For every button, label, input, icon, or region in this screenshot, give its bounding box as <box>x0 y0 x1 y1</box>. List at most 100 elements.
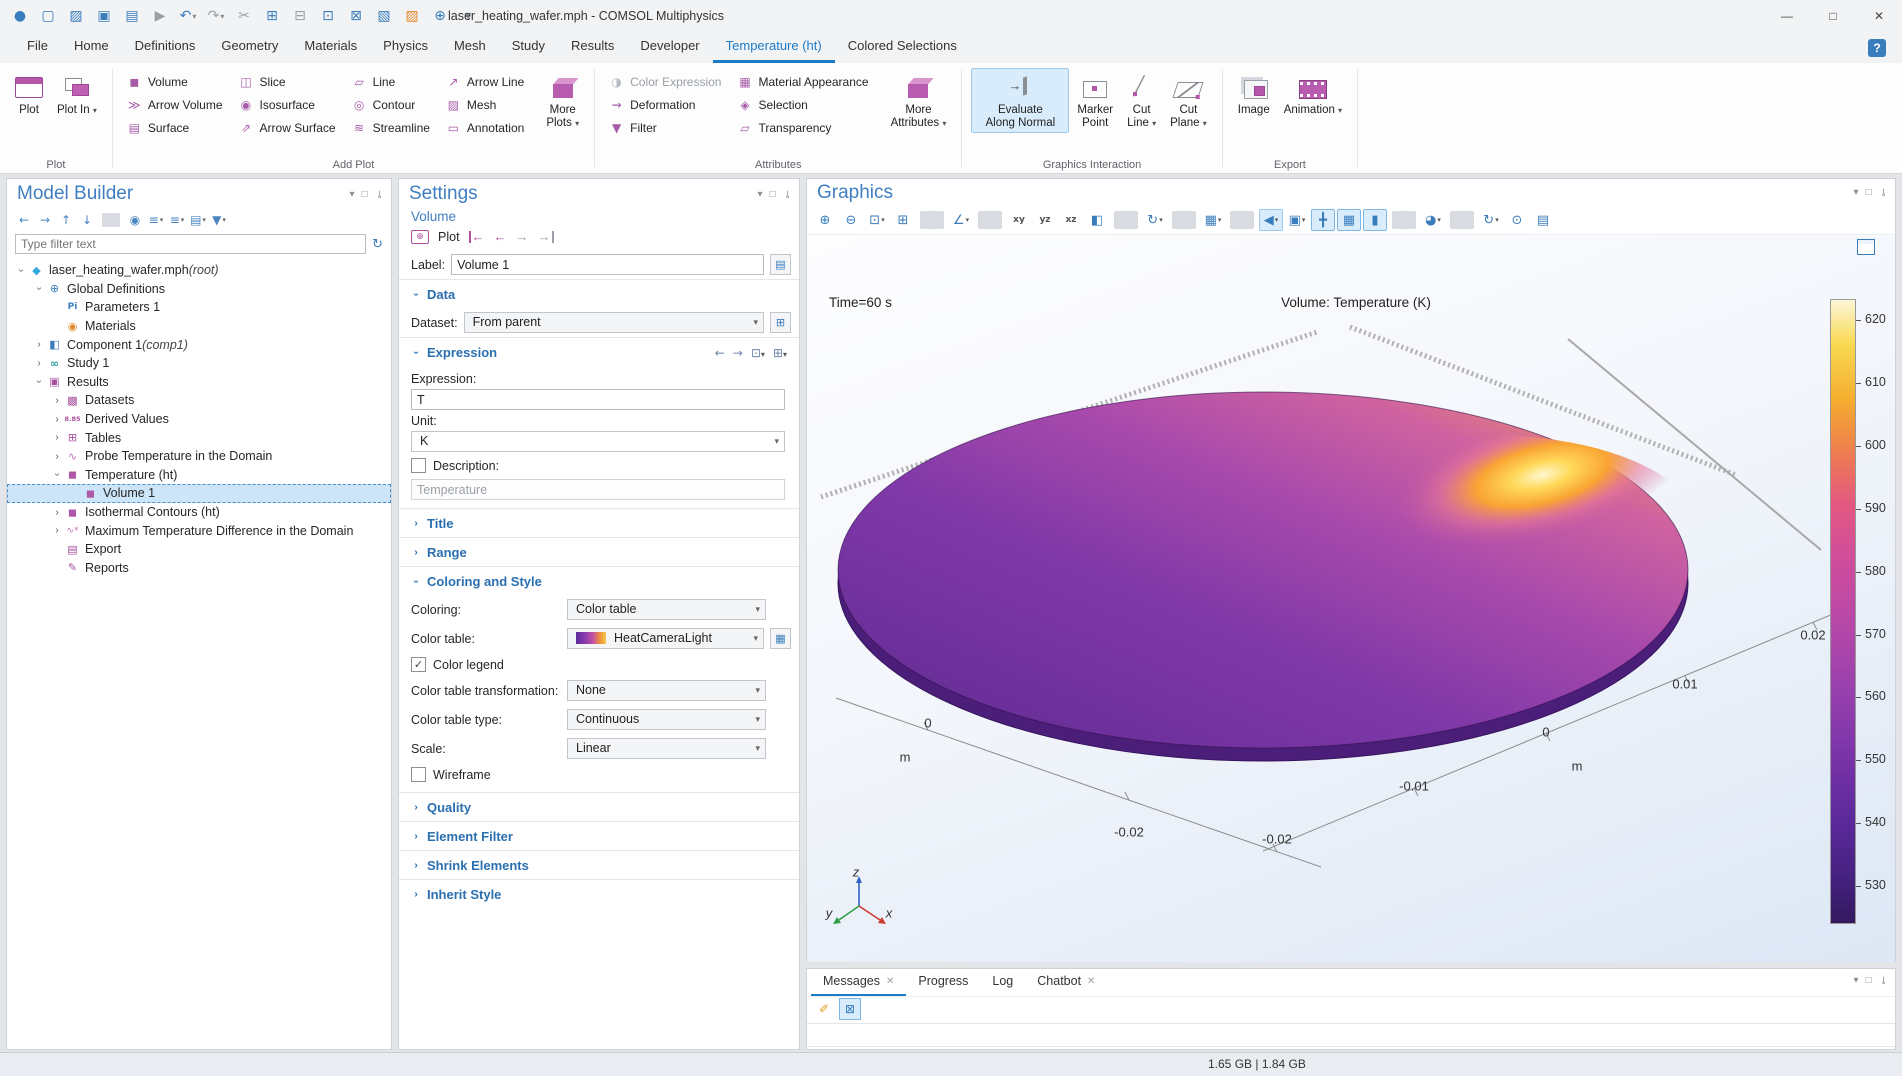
ribbon-tab[interactable]: Home <box>61 32 122 63</box>
panel-pin-icon[interactable]: ⊸ <box>373 190 384 198</box>
toolbar-icon[interactable]: ↓▾ <box>78 211 96 229</box>
ribbon-small-button[interactable]: ⇗Arrow Surface <box>233 116 346 139</box>
tree-expand-icon[interactable]: › <box>50 395 64 406</box>
qat-button[interactable]: ⊡▾ <box>316 4 340 28</box>
ribbon-tab[interactable]: Physics <box>370 32 441 63</box>
help-icon[interactable]: ? <box>1868 39 1886 57</box>
ribbon-small-button[interactable]: ≋Streamline <box>346 116 440 139</box>
toolbar-icon[interactable]: ◉▾ <box>126 211 144 229</box>
tree-expand-icon[interactable]: › <box>34 375 45 389</box>
tree-item[interactable]: › ∿ Probe Temperature in the Domain <box>7 447 391 466</box>
panel-float-icon[interactable]: □ <box>770 189 776 200</box>
tree-expand-icon[interactable]: › <box>50 414 64 425</box>
tree-expand-icon[interactable]: › <box>50 507 64 518</box>
tree-item[interactable]: › ⊞ Tables <box>7 428 391 447</box>
tree-expand-icon[interactable]: › <box>50 432 64 443</box>
ribbon-big-button[interactable]: Image ▾ <box>1232 68 1276 120</box>
qat-button[interactable]: ▨▾ <box>64 4 88 28</box>
expression-input[interactable] <box>411 389 785 410</box>
qat-button[interactable]: ↷▾ <box>204 4 228 28</box>
go-to-source-icon[interactable]: ⊞ <box>770 312 791 333</box>
tree-expand-icon[interactable]: › <box>50 525 64 536</box>
tree-expand-icon[interactable]: › <box>32 339 46 350</box>
ribbon-tab[interactable]: Results <box>558 32 627 63</box>
tree-item[interactable]: › ◼ Temperature (ht) <box>7 466 391 485</box>
ribbon-small-button[interactable]: ▤Surface <box>121 116 233 139</box>
ribbon-small-button[interactable]: ↗Arrow Line <box>440 70 534 93</box>
window-control-button[interactable]: ✕ <box>1856 0 1902 31</box>
tree-item[interactable]: › ◉ Materials <box>7 317 391 336</box>
color-table-dropdown[interactable]: HeatCameraLight <box>567 628 764 649</box>
close-icon[interactable]: ✕ <box>886 976 894 987</box>
dataset-dropdown[interactable]: From parent <box>464 312 764 333</box>
graphics-toolbar-icon[interactable]: ▾ <box>978 211 1002 229</box>
log-tab[interactable]: Messages✕ <box>811 969 906 996</box>
panel-menu-icon[interactable]: ▾ <box>350 189 355 200</box>
graphics-toolbar-icon[interactable]: xy▾ <box>1007 209 1031 231</box>
settings-plot-button[interactable]: Plot <box>438 230 460 244</box>
tree-item[interactable]: › 8.85 Derived Values <box>7 410 391 429</box>
ribbon-big-button[interactable]: Cut Line ▾ <box>1121 68 1162 133</box>
ribbon-tab[interactable]: Materials <box>291 32 370 63</box>
qat-button[interactable]: ▢▾ <box>36 4 60 28</box>
ribbon-tab[interactable]: Mesh <box>441 32 499 63</box>
ribbon-tab[interactable]: Colored Selections <box>835 32 970 63</box>
panel-menu-icon[interactable]: ▾ <box>1854 975 1859 986</box>
coloring-dropdown[interactable]: Color table <box>567 599 766 620</box>
toolbar-icon[interactable]: ≡▾ <box>147 211 165 229</box>
section-header-quality[interactable]: › Quality <box>399 792 799 821</box>
log-tab[interactable]: Chatbot✕ <box>1025 969 1107 996</box>
tree-item[interactable]: › ◆ laser_heating_wafer.mph (root) <box>7 261 391 280</box>
graphics-toolbar-icon[interactable]: yz▾ <box>1033 209 1057 231</box>
ribbon-small-button[interactable]: ◈Selection <box>731 93 878 116</box>
window-control-button[interactable]: □ <box>1810 0 1856 31</box>
ribbon-big-button[interactable]: Plot In ▾ <box>51 68 103 120</box>
ribbon-tab[interactable]: File <box>14 32 61 63</box>
ribbon-big-button[interactable]: Cut Plane ▾ <box>1164 68 1213 133</box>
graphics-toolbar-icon[interactable]: ▦▾ <box>1201 209 1225 231</box>
next-expression-icon[interactable]: → <box>733 346 743 360</box>
qat-button[interactable]: ⊟▾ <box>288 4 312 28</box>
toolbar-icon[interactable]: ▼▾ <box>210 211 228 229</box>
qat-button[interactable]: ▶▾ <box>148 4 172 28</box>
unit-dropdown[interactable]: K <box>411 431 785 452</box>
color-table-type-dropdown[interactable]: Continuous <box>567 709 766 730</box>
section-header-expression[interactable]: › Expression ← → ⊡▾ ⊞▾ <box>399 337 799 366</box>
last-plot-icon[interactable]: → <box>538 231 554 243</box>
qat-button[interactable]: ⊞▾ <box>260 4 284 28</box>
insert-expression-icon[interactable]: ⊡▾ <box>751 346 765 360</box>
graphics-toolbar-icon[interactable]: ↻▾ <box>1479 209 1503 231</box>
graphics-toolbar-icon[interactable]: ▮▾ <box>1363 209 1387 231</box>
ribbon-small-button[interactable]: ◼Volume <box>121 70 233 93</box>
panel-menu-icon[interactable]: ▾ <box>1854 187 1859 198</box>
ribbon-small-button[interactable]: ◫Slice <box>233 70 346 93</box>
toolbar-icon[interactable]: ↑▾ <box>57 211 75 229</box>
add-expression-icon[interactable]: ⊞▾ <box>773 346 787 360</box>
graphics-toolbar-icon[interactable]: ⊞▾ <box>891 209 915 231</box>
graphics-toolbar-icon[interactable]: ▾ <box>1114 211 1138 229</box>
graphics-toolbar-icon[interactable]: ↻▾ <box>1143 209 1167 231</box>
panel-float-icon[interactable]: □ <box>362 189 368 200</box>
qat-button[interactable]: ✂▾ <box>232 4 256 28</box>
section-header-coloring-and-style[interactable]: › Coloring and Style <box>399 566 799 595</box>
graphics-toolbar-icon[interactable]: ⊕▾ <box>813 209 837 231</box>
tree-item[interactable]: › ▤ Export <box>7 540 391 559</box>
qat-button[interactable]: ▧▾ <box>372 4 396 28</box>
toolbar-icon[interactable]: ←▾ <box>15 211 33 229</box>
panel-pin-icon[interactable]: ⊸ <box>1877 188 1888 196</box>
panel-pin-icon[interactable]: ⊸ <box>781 190 792 198</box>
graphics-toolbar-icon[interactable]: ▾ <box>1450 211 1474 229</box>
ribbon-small-button[interactable]: ◎Contour <box>346 93 440 116</box>
plot-window-icon[interactable] <box>1857 239 1875 255</box>
more-plots-button[interactable]: More Plots ▾ <box>540 68 585 133</box>
clear-messages-icon[interactable]: ✐ <box>813 998 835 1020</box>
graphics-toolbar-icon[interactable]: ▦▾ <box>1337 209 1361 231</box>
qat-button[interactable]: ▣▾ <box>92 4 116 28</box>
previous-plot-icon[interactable]: ← <box>494 231 507 243</box>
section-header-shrink-elements[interactable]: › Shrink Elements <box>399 850 799 879</box>
ribbon-tab[interactable]: Geometry <box>208 32 291 63</box>
graphics-toolbar-icon[interactable]: ╋▾ <box>1311 209 1335 231</box>
ribbon-big-button[interactable]: Plot ▾ <box>9 68 49 120</box>
ribbon-small-button[interactable]: ▭Annotation <box>440 116 534 139</box>
qat-button[interactable]: ↶▾ <box>176 4 200 28</box>
